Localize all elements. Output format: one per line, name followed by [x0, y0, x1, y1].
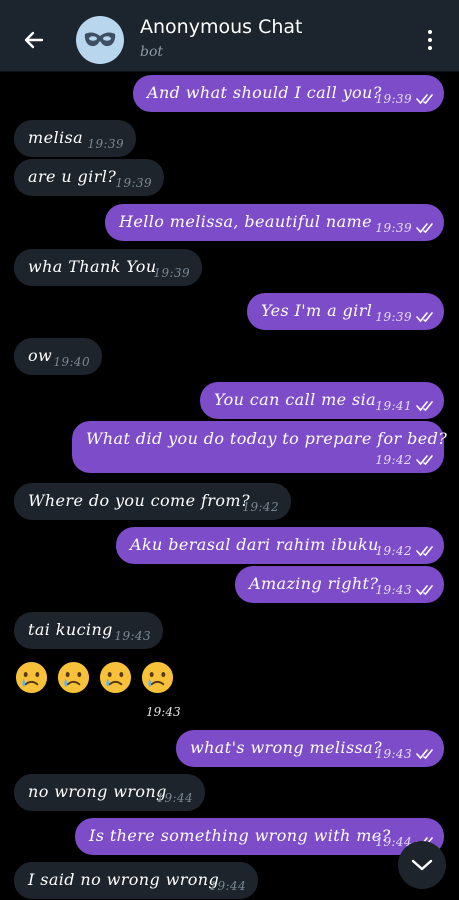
crying-face-emoji — [15, 661, 48, 694]
message-text: no wrong wrong — [28, 782, 167, 801]
message-text: melisa — [28, 128, 84, 147]
crying-face-emoji — [57, 661, 90, 694]
message-time: 19:39 — [375, 221, 412, 235]
message-text: wha Thank You — [28, 257, 157, 276]
message-bubble-incoming[interactable]: wha Thank You 19:39 — [14, 249, 202, 286]
message-text: I said no wrong wrong — [28, 870, 220, 889]
chat-header: Anonymous Chat bot — [0, 0, 459, 72]
message-text: Yes I'm a girl — [261, 301, 373, 320]
message-bubble-incoming[interactable]: melisa 19:39 — [14, 120, 136, 157]
message-bubble-incoming[interactable]: ow 19:40 — [14, 338, 102, 375]
message-bubble-outgoing[interactable]: And what should I call you? 19:39 — [133, 75, 444, 112]
message-bubble-outgoing[interactable]: Is there something wrong with me? 19:44 — [75, 818, 444, 855]
message-bubble-outgoing[interactable]: What did you do today to prepare for bed… — [72, 421, 448, 473]
message-time: 19:39 — [153, 266, 190, 280]
crying-face-emoji — [99, 661, 132, 694]
message-time: 19:43 — [146, 705, 181, 719]
chat-title: Anonymous Chat — [140, 16, 303, 38]
message-time: 19:44 — [209, 879, 246, 893]
message-bubble-outgoing[interactable]: what's wrong melissa? 19:43 — [176, 730, 444, 767]
message-text: ow — [28, 346, 53, 365]
back-button[interactable] — [14, 20, 54, 60]
emoji-message[interactable] — [14, 660, 175, 695]
message-text: Aku berasal dari rahim ibuku — [130, 535, 379, 554]
message-time: 19:42 — [242, 500, 279, 514]
message-time: 19:39 — [87, 137, 124, 151]
double-check-icon — [416, 585, 433, 596]
message-text: Is there something wrong with me? — [89, 826, 391, 845]
avatar[interactable] — [76, 16, 124, 64]
message-text: And what should I call you? — [147, 83, 382, 102]
message-time: 19:41 — [375, 399, 412, 413]
message-text: tai kucing — [28, 620, 113, 639]
message-time: 19:42 — [375, 453, 412, 467]
message-bubble-incoming[interactable]: I said no wrong wrong 19:44 — [14, 862, 258, 899]
scroll-to-bottom-button[interactable] — [398, 841, 446, 889]
message-bubble-incoming[interactable]: no wrong wrong 19:44 — [14, 774, 205, 811]
message-time: 19:39 — [115, 176, 152, 190]
crying-face-emoji — [141, 661, 174, 694]
message-text: are u girl? — [28, 167, 117, 186]
double-check-icon — [416, 546, 433, 557]
chat-subtitle: bot — [140, 44, 164, 60]
chevron-down-icon — [411, 859, 433, 871]
message-bubble-outgoing[interactable]: Hello melissa, beautiful name 19:39 — [105, 204, 444, 241]
message-bubble-outgoing[interactable]: Aku berasal dari rahim ibuku 19:42 — [116, 527, 444, 564]
message-time: 19:39 — [375, 92, 412, 106]
message-text: You can call me sia — [214, 390, 377, 409]
more-vertical-icon — [428, 30, 432, 34]
double-check-icon — [416, 455, 433, 466]
message-list[interactable]: And what should I call you? 19:39 melisa… — [0, 72, 459, 900]
message-text: what's wrong melissa? — [190, 738, 383, 757]
message-bubble-outgoing[interactable]: You can call me sia 19:41 — [200, 382, 444, 419]
message-text: Where do you come from? — [28, 491, 250, 510]
message-time: 19:43 — [114, 629, 151, 643]
message-time: 19:44 — [156, 791, 193, 805]
message-text: Amazing right? — [249, 574, 379, 593]
message-time: 19:43 — [375, 747, 412, 761]
message-bubble-outgoing[interactable]: Yes I'm a girl 19:39 — [247, 293, 444, 330]
double-check-icon — [416, 312, 433, 323]
message-bubble-incoming[interactable]: Where do you come from? 19:42 — [14, 483, 291, 520]
message-time: 19:42 — [375, 544, 412, 558]
message-time: 19:40 — [53, 355, 90, 369]
message-bubble-incoming[interactable]: are u girl? 19:39 — [14, 159, 164, 196]
mask-icon — [84, 32, 116, 47]
double-check-icon — [416, 749, 433, 760]
message-time: 19:39 — [375, 310, 412, 324]
double-check-icon — [416, 401, 433, 412]
arrow-left-icon — [24, 31, 44, 49]
message-bubble-incoming[interactable]: tai kucing 19:43 — [14, 612, 163, 649]
message-time: 19:43 — [375, 583, 412, 597]
message-bubble-outgoing[interactable]: Amazing right? 19:43 — [235, 566, 444, 603]
double-check-icon — [416, 94, 433, 105]
message-text: What did you do today to prepare for bed… — [86, 429, 448, 448]
more-menu-button[interactable] — [415, 24, 445, 56]
double-check-icon — [416, 223, 433, 234]
message-text: Hello melissa, beautiful name — [119, 212, 372, 231]
